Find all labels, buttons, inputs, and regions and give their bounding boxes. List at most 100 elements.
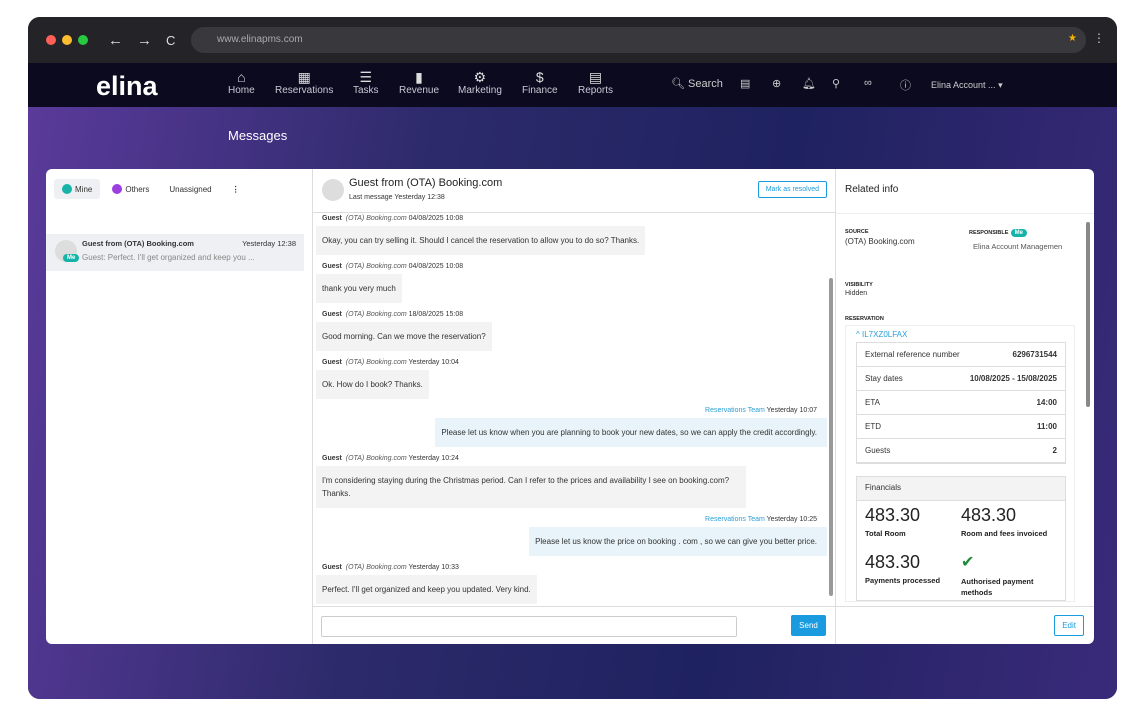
row-value: 11:00 <box>1036 422 1057 431</box>
chat-avatar <box>322 179 344 201</box>
message-incoming: Guest (OTA) Booking.com 18/08/2025 15:08… <box>316 311 827 351</box>
message-text: thank you very much <box>316 274 402 303</box>
back-icon[interactable]: ← <box>108 32 123 49</box>
calendar-icon[interactable]: ▤ <box>740 77 750 90</box>
row-value: 10/08/2025 - 15/08/2025 <box>969 374 1057 383</box>
message-source: (OTA) Booking.com <box>345 215 407 222</box>
hierarchy-icon[interactable]: ⚲ <box>832 77 840 90</box>
payments-value: 483.30 <box>865 552 921 572</box>
tab-unassigned[interactable]: Unassigned <box>161 180 219 199</box>
page-background: Messages Mine Others Unassigned ⋮ Me Gue… <box>28 107 1117 699</box>
mark-resolved-button[interactable]: Mark as resolved <box>757 181 827 198</box>
message-outgoing: Reservations Team Yesterday 10:07 Please … <box>316 407 827 447</box>
message-time: Yesterday 10:04 <box>408 359 459 366</box>
forward-icon[interactable]: → <box>137 32 152 49</box>
conversation-item[interactable]: Me Guest from (OTA) Booking.com Yesterday… <box>46 234 304 271</box>
thread-scrollbar[interactable] <box>829 278 833 596</box>
reservations-icon: ▦ <box>297 69 311 85</box>
account-menu[interactable]: Elina Account ... ▾ <box>931 80 1003 91</box>
nav-marketing[interactable]: ⚙ Marketing <box>458 69 502 96</box>
home-icon: ⌂ <box>237 69 246 85</box>
reports-icon: ▤ <box>588 69 603 85</box>
send-button[interactable]: Send <box>791 615 826 636</box>
message-input[interactable] <box>321 616 737 637</box>
top-nav: elina ⌂ Home ▦ Reservations ☰ Tasks ▮ Revenue ⚙ M… <box>28 63 1117 107</box>
more-options-icon[interactable]: ⋮ <box>224 180 248 199</box>
message-time: Yesterday 10:24 <box>408 455 459 462</box>
message-source: (OTA) Booking.com <box>345 263 407 270</box>
conversation-name: Guest from (OTA) Booking.com <box>82 239 194 248</box>
source-value: (OTA) Booking.com <box>845 237 915 246</box>
message-text: Please let us know the price on booking … <box>529 527 827 556</box>
related-title: Related info <box>845 184 899 195</box>
reload-icon[interactable]: C <box>166 33 175 48</box>
me-badge: Me <box>1010 229 1028 237</box>
messages-card: Mine Others Unassigned ⋮ Me Guest from (… <box>46 169 1094 644</box>
payments-label: Payments processed <box>865 576 941 585</box>
address-bar[interactable]: www.elinapms.com <box>191 27 1086 53</box>
help-icon[interactable]: ⓘ <box>900 77 911 93</box>
add-circle-icon[interactable]: ⊕ <box>772 77 781 90</box>
message-incoming: Guest (OTA) Booking.com Yesterday 10:33 P… <box>316 564 827 604</box>
nav-reservations[interactable]: ▦ Reservations <box>275 69 333 96</box>
search-icon: 🔍︎ <box>671 78 685 90</box>
nav-reports[interactable]: ▤ Reports <box>578 69 613 96</box>
browser-toolbar: ← → C www.elinapms.com ★ ⋮ <box>28 17 1117 63</box>
search-button[interactable]: 🔍︎ Search <box>671 77 723 90</box>
message-incoming: Guest (OTA) Booking.com Yesterday 10:24 I… <box>316 455 827 508</box>
financials-box: Financials 483.30 Total Room 483.30 Room a… <box>856 476 1066 601</box>
chat-title: Guest from (OTA) Booking.com <box>349 177 503 189</box>
visibility-value: Hidden <box>845 290 868 297</box>
message-time: 04/08/2025 10:08 <box>408 215 464 222</box>
message-incoming: Guest (OTA) Booking.com 04/08/2025 10:08… <box>316 263 827 303</box>
check-icon: ✔ <box>961 554 975 571</box>
tab-others[interactable]: Others <box>104 179 157 199</box>
message-incoming: Guest (OTA) Booking.com Yesterday 10:04 O… <box>316 359 827 399</box>
message-text: Please let us know when you are planning… <box>435 418 827 447</box>
message-time: 04/08/2025 10:08 <box>408 263 464 270</box>
reservation-code-link[interactable]: ^ IL7XZ0LFAX <box>856 330 1074 339</box>
message-text: Perfect. I'll get organized and keep you… <box>316 575 537 604</box>
message-source: (OTA) Booking.com <box>345 455 407 462</box>
source-label: SOURCE <box>845 229 869 235</box>
chat-subtitle: Last message Yesterday 12:38 <box>349 194 445 201</box>
browser-window: ← → C www.elinapms.com ★ ⋮ elina ⌂ Home ▦ R… <box>28 17 1117 699</box>
conversation-preview: Guest: Perfect. I'll get organized and k… <box>82 253 255 262</box>
message-source: (OTA) Booking.com <box>345 359 407 366</box>
responsible-select[interactable]: Elina Account Managemen <box>969 242 1066 251</box>
maximize-dot[interactable] <box>78 35 88 45</box>
edit-button[interactable]: Edit <box>1054 615 1084 636</box>
bookmark-star-icon[interactable]: ★ <box>1068 33 1077 44</box>
integrations-icon[interactable]: ∞ <box>864 77 872 89</box>
minimize-dot[interactable] <box>62 35 72 45</box>
message-text: I'm considering staying during the Chris… <box>316 466 746 508</box>
nav-revenue[interactable]: ▮ Revenue <box>399 69 439 96</box>
panel-scrollbar[interactable] <box>1086 222 1090 407</box>
message-time: Yesterday 10:07 <box>766 407 817 414</box>
message-text: Ok. How do I book? Thanks. <box>316 370 429 399</box>
nav-home[interactable]: ⌂ Home <box>228 69 255 96</box>
tab-mine[interactable]: Mine <box>54 179 101 199</box>
invoiced-value: 483.30 <box>961 505 1017 525</box>
message-outgoing: Reservations Team Yesterday 10:25 Please … <box>316 516 827 556</box>
logo[interactable]: elina <box>96 71 158 102</box>
nav-finance[interactable]: $ Finance <box>522 69 558 96</box>
me-badge: Me <box>63 254 80 262</box>
reservation-row: External reference number 6296731544 <box>857 343 1065 367</box>
row-label: Guests <box>865 446 891 455</box>
related-info-panel: Related info SOURCE (OTA) Booking.com RE… <box>836 169 1094 644</box>
browser-menu-icon[interactable]: ⋮ <box>1093 31 1105 45</box>
message-source: (OTA) Booking.com <box>345 564 407 571</box>
reservation-row: Guests 2 <box>857 439 1065 463</box>
others-dot-icon <box>112 184 123 194</box>
nav-tasks[interactable]: ☰ Tasks <box>353 69 379 96</box>
bell-icon[interactable]: 🔔︎ <box>802 77 816 90</box>
tasks-icon: ☰ <box>359 69 373 85</box>
row-label: ETD <box>865 422 881 431</box>
close-dot[interactable] <box>46 35 56 45</box>
message-sender: Guest <box>322 359 342 366</box>
revenue-icon: ▮ <box>415 69 423 85</box>
chevron-down-icon: ▾ <box>998 80 1003 90</box>
message-time: Yesterday 10:25 <box>766 516 817 523</box>
message-time: 18/08/2025 15:08 <box>408 311 464 318</box>
